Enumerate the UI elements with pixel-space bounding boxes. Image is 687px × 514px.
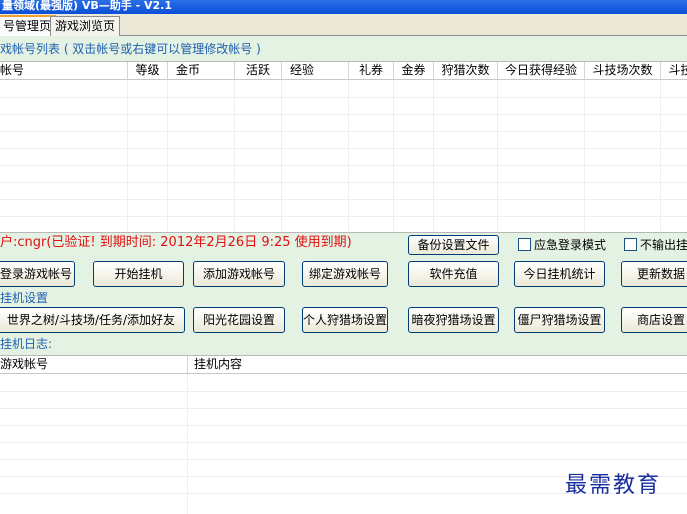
column-header-level[interactable]: 等级 xyxy=(128,62,168,79)
window-title-bar: 量领域(最强版) VB—助手 - V2.1 xyxy=(0,0,687,14)
column-header-account[interactable]: 帐号 xyxy=(0,62,128,79)
account-table-header: 帐号 等级 金币 活跃 经验 礼券 金券 狩猎次数 今日获得经验 斗技场次数 斗… xyxy=(0,62,687,80)
today-hang-stats-button[interactable]: 今日挂机统计 xyxy=(514,261,605,287)
login-game-account-button[interactable]: 登录游戏帐号 xyxy=(0,261,75,287)
hang-log-label: 挂机日志: xyxy=(0,337,53,351)
bind-game-account-button[interactable]: 绑定游戏帐号 xyxy=(302,261,388,287)
emergency-login-option[interactable]: 应急登录模式 xyxy=(518,237,606,253)
no-output-label: 不输出挂 xyxy=(640,238,687,252)
add-game-account-button[interactable]: 添加游戏帐号 xyxy=(193,261,285,287)
column-header-hunt-count[interactable]: 狩猎次数 xyxy=(434,62,498,79)
account-table[interactable]: 帐号 等级 金币 活跃 经验 礼券 金券 狩猎次数 今日获得经验 斗技场次数 斗… xyxy=(0,61,687,233)
hang-log-header: 游戏帐号 挂机内容 xyxy=(0,356,687,374)
account-list-label: 戏帐号列表 ( 双击帐号或右键可以管理修改帐号 ) xyxy=(0,42,261,56)
start-hang-button[interactable]: 开始挂机 xyxy=(93,261,184,287)
shop-settings-button[interactable]: 商店设置 xyxy=(621,307,687,333)
column-header-arena-more[interactable]: 斗技 xyxy=(661,62,687,79)
tab-bar: 号管理页 游戏浏览页 xyxy=(0,14,687,37)
emergency-login-checkbox[interactable] xyxy=(518,238,531,251)
personal-hunting-ground-settings-button[interactable]: 个人狩猎场设置 xyxy=(302,307,388,333)
backup-settings-button[interactable]: 备份设置文件 xyxy=(408,235,499,255)
window-title: 量领域(最强版) VB—助手 - V2.1 xyxy=(2,0,173,12)
column-header-game-account[interactable]: 游戏帐号 xyxy=(0,356,188,373)
main-panel: 戏帐号列表 ( 双击帐号或右键可以管理修改帐号 ) 帐号 等级 金币 活跃 经验… xyxy=(0,36,687,514)
column-header-active[interactable]: 活跃 xyxy=(235,62,282,79)
world-tree-arena-task-friend-button[interactable]: 世界之树/斗技场/任务/添加好友 xyxy=(0,307,185,333)
column-header-hang-content[interactable]: 挂机内容 xyxy=(188,356,687,373)
tab-account-management[interactable]: 号管理页 xyxy=(0,15,57,37)
update-data-button[interactable]: 更新数据 xyxy=(621,261,687,287)
hang-settings-label: 挂机设置 xyxy=(0,291,49,305)
emergency-login-label: 应急登录模式 xyxy=(534,238,607,252)
column-header-exp[interactable]: 经验 xyxy=(282,62,349,79)
no-output-option[interactable]: 不输出挂 xyxy=(624,237,687,253)
watermark-text: 最需教育 xyxy=(565,473,662,498)
tab-label: 号管理页 xyxy=(3,19,52,33)
column-header-arena-count[interactable]: 斗技场次数 xyxy=(585,62,661,79)
column-header-today-exp[interactable]: 今日获得经验 xyxy=(498,62,585,79)
zombie-hunting-ground-settings-button[interactable]: 僵尸狩猎场设置 xyxy=(514,307,605,333)
column-header-gold-voucher[interactable]: 金券 xyxy=(394,62,434,79)
dark-night-hunting-ground-settings-button[interactable]: 暗夜狩猎场设置 xyxy=(408,307,499,333)
tab-game-browser[interactable]: 游戏浏览页 xyxy=(50,16,121,36)
sunshine-garden-settings-button[interactable]: 阳光花园设置 xyxy=(193,307,285,333)
column-header-gift-voucher[interactable]: 礼券 xyxy=(349,62,394,79)
software-recharge-button[interactable]: 软件充值 xyxy=(408,261,499,287)
column-header-gold[interactable]: 金币 xyxy=(168,62,235,79)
no-output-checkbox[interactable] xyxy=(624,238,637,251)
tab-label: 游戏浏览页 xyxy=(55,19,116,33)
license-status-text: 户:cngr(已验证! 到期时间: 2012年2月26日 9:25 使用到期) xyxy=(0,235,352,250)
